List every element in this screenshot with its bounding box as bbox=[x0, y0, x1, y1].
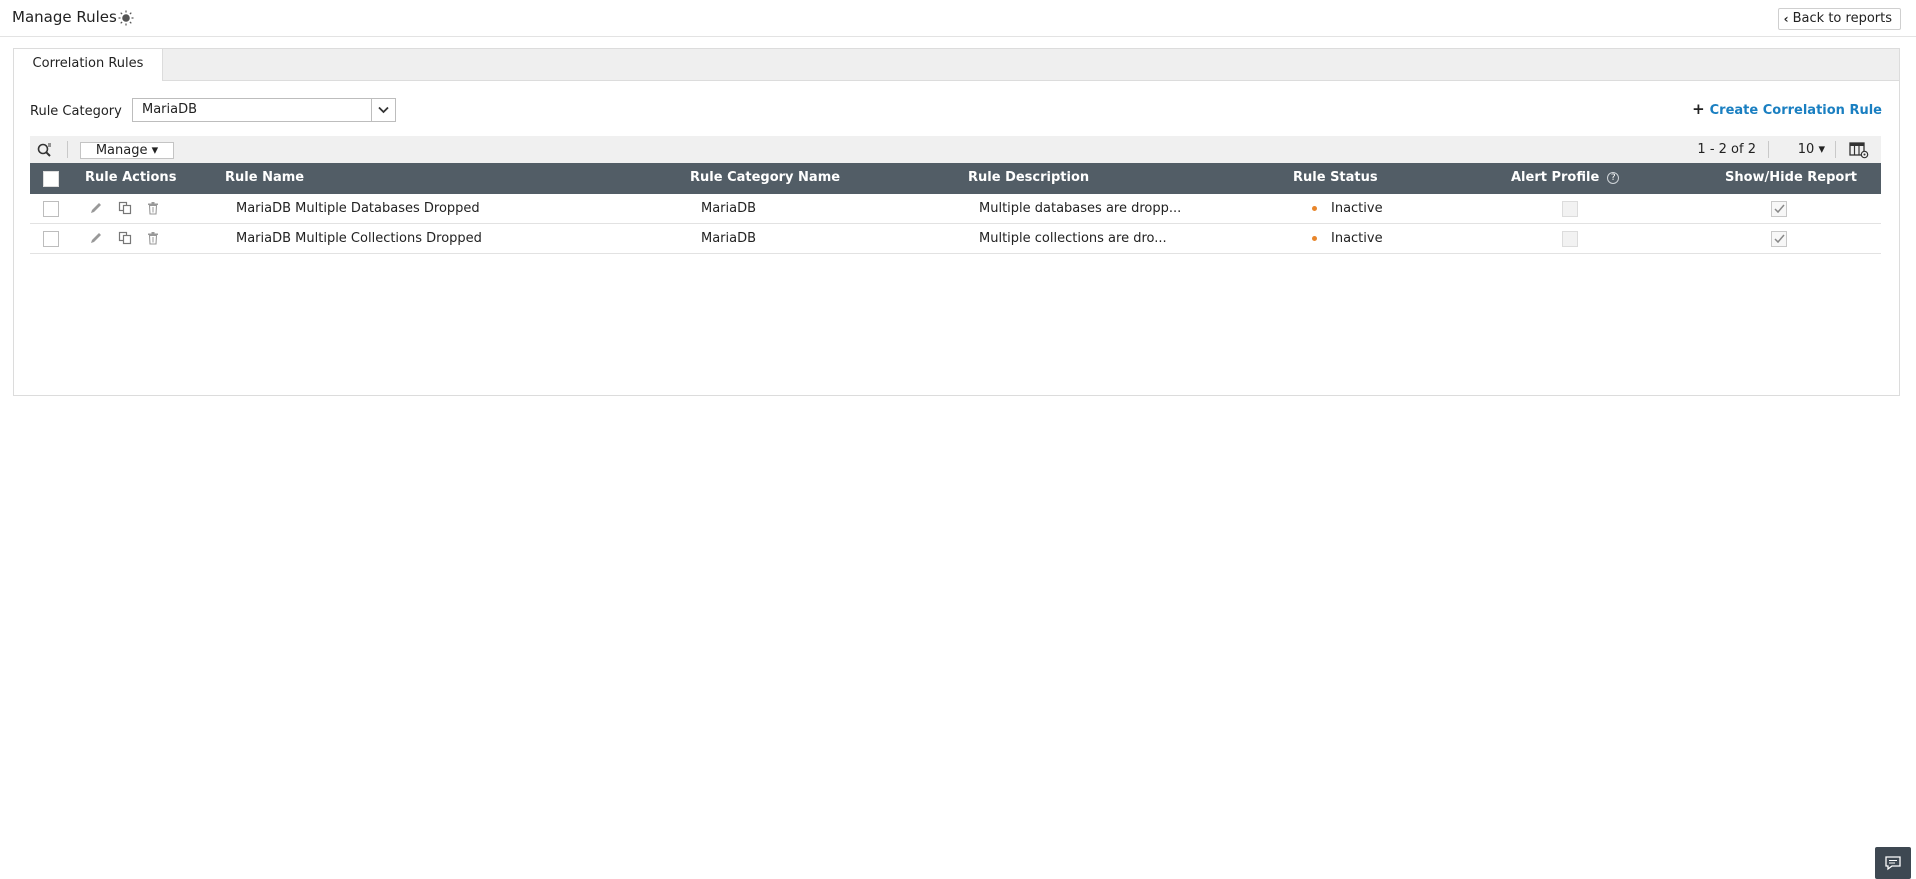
toolbar-divider bbox=[1835, 141, 1836, 158]
rule-category-select[interactable]: MariaDB bbox=[132, 98, 396, 122]
caret-down-icon: ▾ bbox=[1818, 142, 1825, 157]
plus-icon: + bbox=[1692, 100, 1705, 118]
lightbulb-icon[interactable] bbox=[117, 9, 135, 27]
manage-dropdown-button[interactable]: Manage ▾ bbox=[80, 142, 174, 159]
col-alert-profile: Alert Profile? bbox=[1511, 170, 1620, 185]
trash-icon[interactable] bbox=[146, 231, 160, 245]
col-rule-name[interactable]: Rule Name bbox=[225, 170, 304, 185]
help-icon[interactable]: ? bbox=[1607, 172, 1620, 184]
caret-down-icon: ▾ bbox=[151, 143, 159, 158]
manage-label: Manage bbox=[95, 143, 148, 158]
rule-name-cell[interactable]: MariaDB Multiple Collections Dropped bbox=[236, 231, 482, 246]
search-icon[interactable] bbox=[36, 141, 54, 159]
rule-status-cell: Inactive bbox=[1331, 201, 1383, 216]
col-rule-category-name[interactable]: Rule Category Name bbox=[690, 170, 840, 185]
pencil-icon[interactable] bbox=[89, 201, 103, 215]
col-show-hide-report: Show/Hide Report bbox=[1725, 170, 1857, 185]
table-row: MariaDB Multiple Databases Dropped Maria… bbox=[30, 194, 1881, 224]
chevron-left-icon: ‹ bbox=[1783, 12, 1789, 26]
pencil-icon[interactable] bbox=[89, 231, 103, 245]
page-title: Manage Rules bbox=[12, 8, 117, 26]
alert-profile-checkbox bbox=[1562, 201, 1578, 217]
col-rule-description[interactable]: Rule Description bbox=[968, 170, 1089, 185]
rule-category-label: Rule Category bbox=[30, 104, 122, 119]
rules-panel: Correlation Rules Rule Category MariaDB … bbox=[13, 48, 1900, 396]
show-report-checkbox[interactable] bbox=[1771, 201, 1787, 217]
trash-icon[interactable] bbox=[146, 201, 160, 215]
table-toolbar: Manage ▾ 1 - 2 of 2 10 ▾ bbox=[30, 136, 1881, 163]
col-rule-status[interactable]: Rule Status bbox=[1293, 170, 1378, 185]
row-checkbox[interactable] bbox=[43, 201, 59, 217]
rule-description-cell: Multiple databases are dropp... bbox=[979, 201, 1182, 216]
columns-icon[interactable] bbox=[1849, 141, 1869, 159]
back-to-reports-button[interactable]: ‹ Back to reports bbox=[1777, 8, 1901, 30]
table-row: MariaDB Multiple Collections Dropped Mar… bbox=[30, 224, 1881, 254]
rule-status-cell: Inactive bbox=[1331, 231, 1383, 246]
toolbar-divider bbox=[1768, 141, 1769, 158]
rule-category-cell: MariaDB bbox=[701, 201, 757, 216]
alert-profile-checkbox bbox=[1562, 231, 1578, 247]
select-all-checkbox[interactable] bbox=[43, 171, 59, 187]
table-header: Rule Actions Rule Name Rule Category Nam… bbox=[30, 163, 1881, 194]
rule-category-value: MariaDB bbox=[142, 102, 198, 117]
rule-name-cell[interactable]: MariaDB Multiple Databases Dropped bbox=[236, 201, 480, 216]
copy-icon[interactable] bbox=[118, 201, 132, 215]
back-to-reports-label: Back to reports bbox=[1792, 11, 1892, 26]
col-rule-actions: Rule Actions bbox=[85, 170, 177, 185]
tab-bar: Correlation Rules bbox=[14, 49, 1899, 81]
page-header: Manage Rules ‹ Back to reports bbox=[0, 0, 1916, 37]
copy-icon[interactable] bbox=[118, 231, 132, 245]
tab-correlation-rules[interactable]: Correlation Rules bbox=[14, 49, 163, 81]
pagination-info: 1 - 2 of 2 bbox=[1697, 142, 1756, 157]
rule-description-cell: Multiple collections are dro... bbox=[979, 231, 1167, 246]
row-checkbox[interactable] bbox=[43, 231, 59, 247]
rule-category-cell: MariaDB bbox=[701, 231, 757, 246]
col-alert-profile-label: Alert Profile bbox=[1511, 170, 1600, 185]
toolbar-divider bbox=[67, 141, 68, 158]
status-dot-icon bbox=[1312, 206, 1317, 211]
show-report-checkbox[interactable] bbox=[1771, 231, 1787, 247]
page-size-dropdown[interactable]: 10 ▾ bbox=[1798, 142, 1825, 157]
create-correlation-rule-label: Create Correlation Rule bbox=[1709, 103, 1882, 118]
status-dot-icon bbox=[1312, 236, 1317, 241]
page-size-value: 10 bbox=[1797, 142, 1815, 157]
create-correlation-rule-link[interactable]: + Create Correlation Rule bbox=[1692, 100, 1882, 118]
chat-icon[interactable] bbox=[1875, 847, 1911, 879]
chevron-down-icon[interactable] bbox=[371, 99, 395, 121]
